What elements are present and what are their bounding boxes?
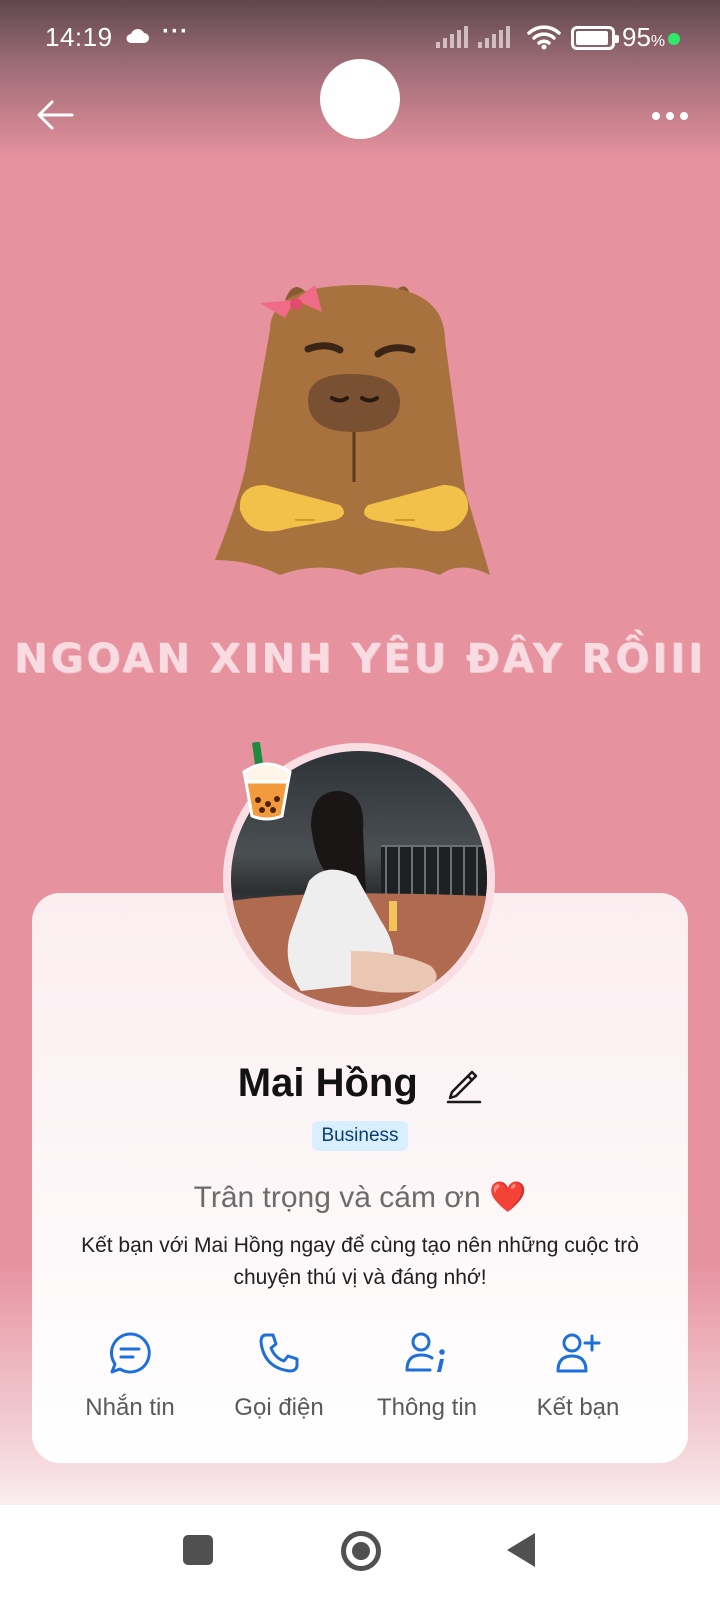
business-badge: Business [312, 1121, 408, 1151]
privacy-indicator-dot [668, 33, 680, 45]
status-time: 14:19 [45, 22, 113, 52]
profile-bio: Kết bạn với Mai Hồng ngay để cùng tạo nê… [81, 1234, 639, 1289]
call-button[interactable]: Gọi điện [199, 1330, 359, 1422]
user-info-icon [405, 1332, 445, 1372]
heart-emoji: ❤️ [489, 1181, 527, 1214]
message-button[interactable]: Nhắn tin [50, 1330, 210, 1422]
capybara-illustration [215, 285, 490, 575]
bubble-tea-sticker [242, 742, 292, 821]
cloud-icon [126, 29, 149, 43]
add-friend-icon [556, 1333, 601, 1373]
edit-pencil-icon[interactable] [444, 1064, 482, 1104]
profile-actions: Nhắn tin Gọi điện Thông tin Kết bạn [32, 1330, 688, 1430]
profile-name: Mai Hồng [237, 1061, 418, 1105]
info-label: Thông tin [376, 1394, 478, 1421]
add-friend-label: Kết bạn [536, 1394, 620, 1421]
wifi-icon [527, 25, 561, 50]
more-dots-icon: ··· [162, 18, 189, 45]
more-options-button[interactable] [650, 104, 690, 128]
phone-icon [259, 1333, 299, 1373]
profile-status-text: Trân trọng và cám ơn [193, 1181, 481, 1214]
signal-icon [478, 26, 510, 48]
back-button[interactable] [507, 1533, 535, 1567]
info-button[interactable]: Thông tin [347, 1330, 507, 1422]
home-button[interactable] [341, 1531, 381, 1571]
cover-caption: NGOAN XINH YÊU ĐÂY RỒIII [14, 636, 706, 682]
message-label: Nhắn tin [85, 1394, 175, 1421]
signal-icon [436, 26, 468, 48]
system-nav-bar [0, 1505, 720, 1600]
recent-apps-button[interactable] [183, 1535, 213, 1565]
message-icon [110, 1332, 151, 1374]
battery-percent: 95% [622, 22, 666, 52]
profile-name-row: Mai Hồng [0, 1061, 720, 1106]
add-friend-button[interactable]: Kết bạn [498, 1330, 658, 1422]
battery-icon [571, 26, 619, 50]
header-avatar-circle [320, 59, 400, 139]
call-label: Gọi điện [234, 1394, 324, 1421]
profile-status: Trân trọng và cám ơn ❤️ [0, 1180, 720, 1215]
back-arrow-button[interactable] [34, 94, 76, 136]
